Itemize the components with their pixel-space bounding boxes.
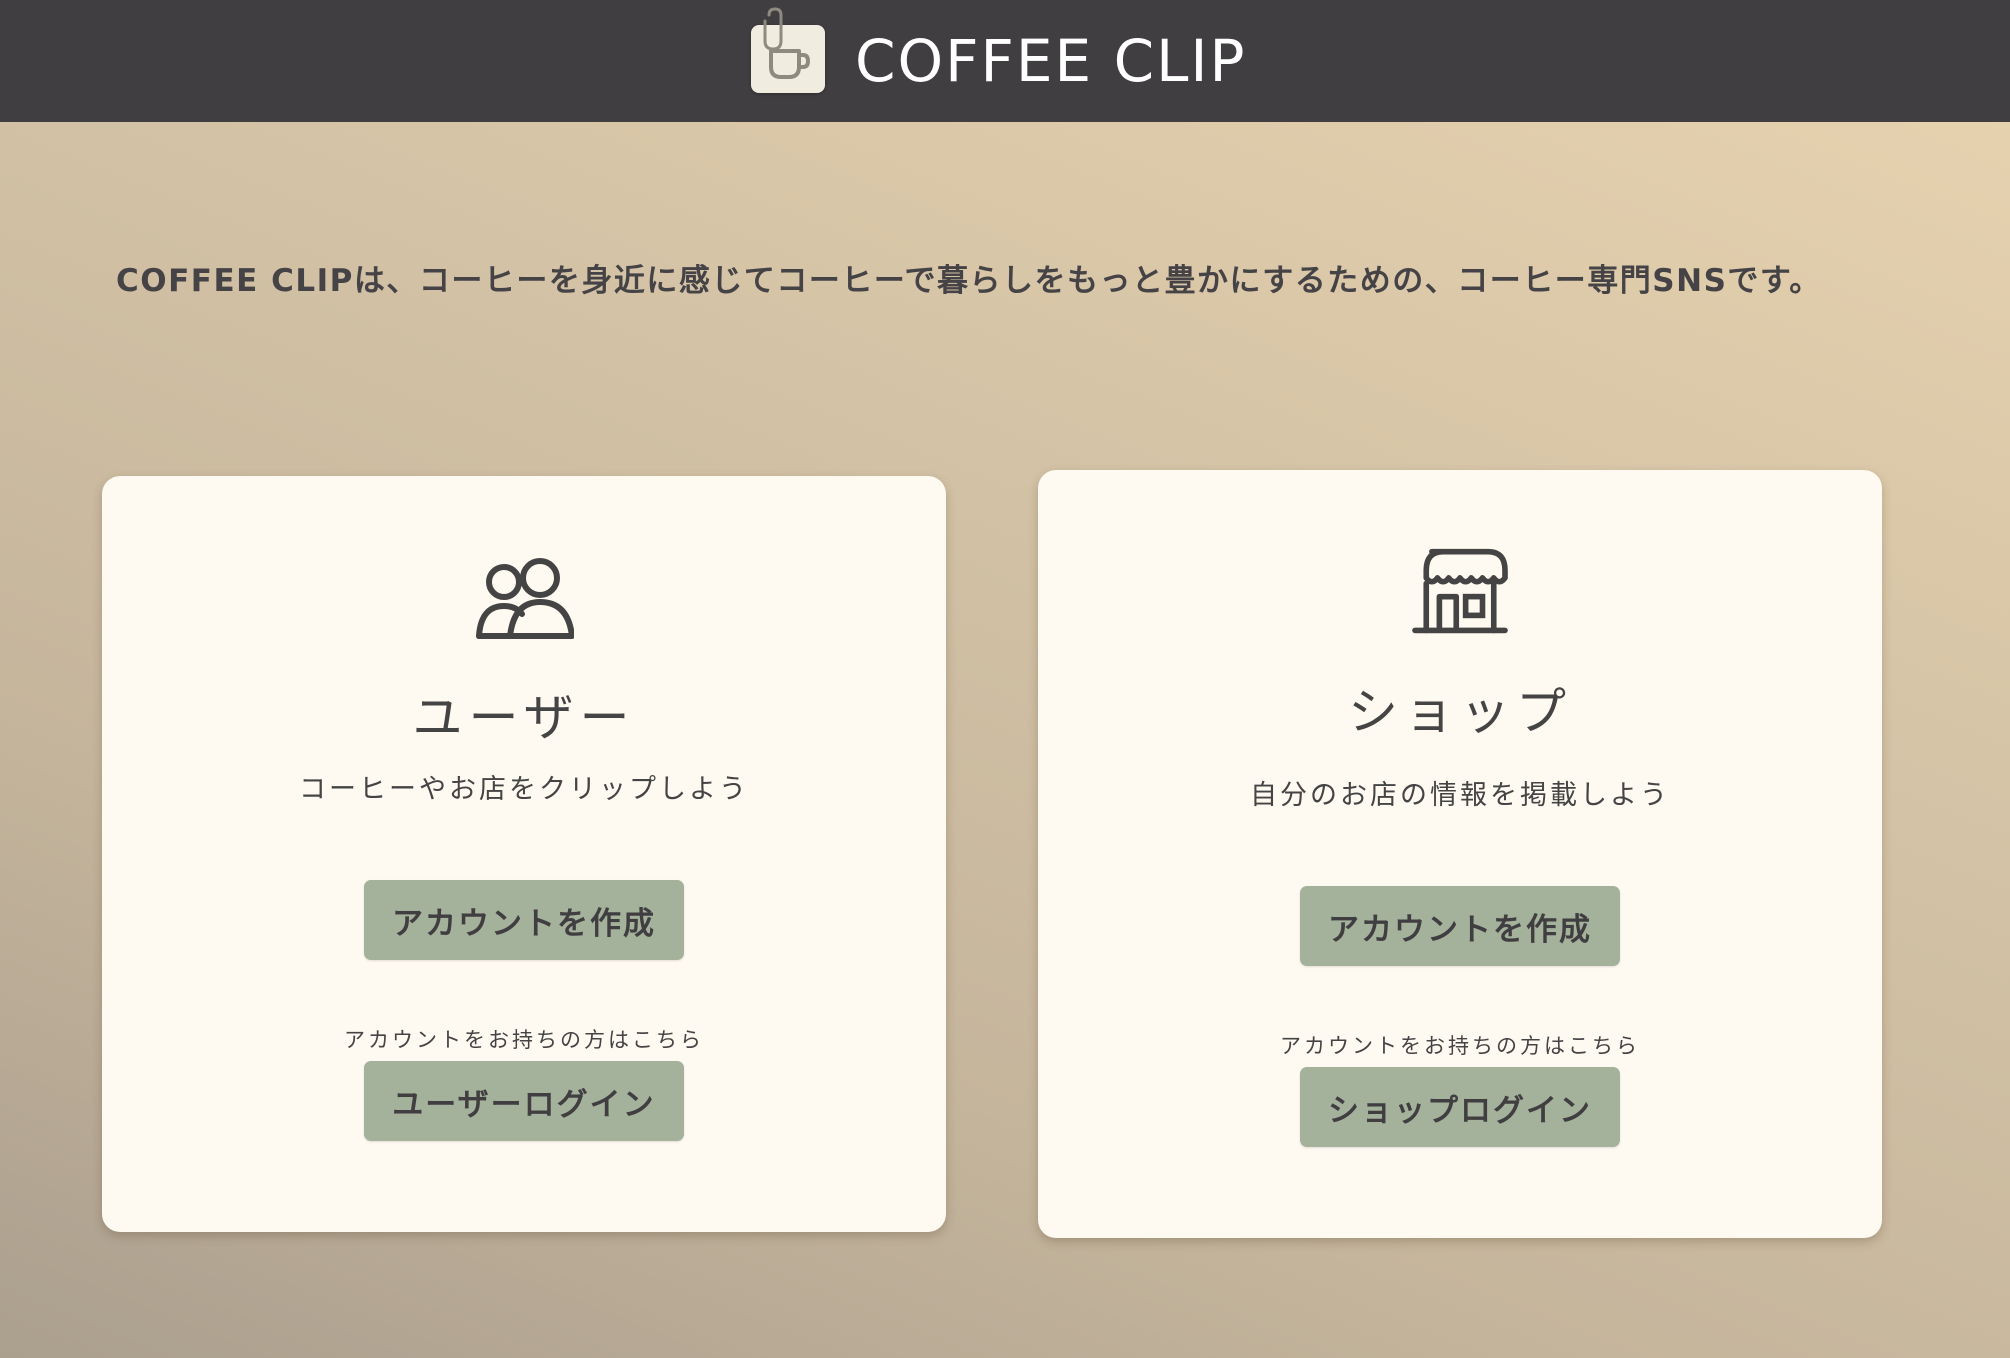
shop-have-account-text: アカウントをお持ちの方はこちら (1280, 1034, 1640, 1058)
shop-card-subtitle: 自分のお店の情報を掲載しよう (1250, 780, 1670, 811)
user-card-title: ユーザー (412, 689, 636, 747)
storefront-icon (1412, 548, 1508, 634)
logo[interactable] (751, 7, 825, 93)
site-tagline: COFFEE CLIPは、コーヒーを身近に感じてコーヒーで暮らしをもっと豊かにす… (116, 263, 1822, 299)
user-card-subtitle: コーヒーやお店をクリップしよう (299, 774, 749, 805)
shop-card: ショップ 自分のお店の情報を掲載しよう アカウントを作成 アカウントをお持ちの方… (1038, 470, 1882, 1238)
shop-create-account-button[interactable]: アカウントを作成 (1300, 886, 1620, 966)
top-header: COFFEE CLIP (0, 0, 2010, 122)
shop-card-title: ショップ (1348, 683, 1572, 741)
users-icon (476, 558, 574, 639)
user-login-button[interactable]: ユーザーログイン (364, 1061, 684, 1141)
shop-login-button[interactable]: ショップログイン (1300, 1067, 1620, 1147)
coffee-cup-clip-icon (763, 7, 811, 79)
brand-title[interactable]: COFFEE CLIP (855, 26, 1247, 96)
user-have-account-text: アカウントをお持ちの方はこちら (344, 1028, 704, 1052)
user-card: ユーザー コーヒーやお店をクリップしよう アカウントを作成 アカウントをお持ちの… (102, 476, 946, 1232)
user-create-account-button[interactable]: アカウントを作成 (364, 880, 684, 960)
